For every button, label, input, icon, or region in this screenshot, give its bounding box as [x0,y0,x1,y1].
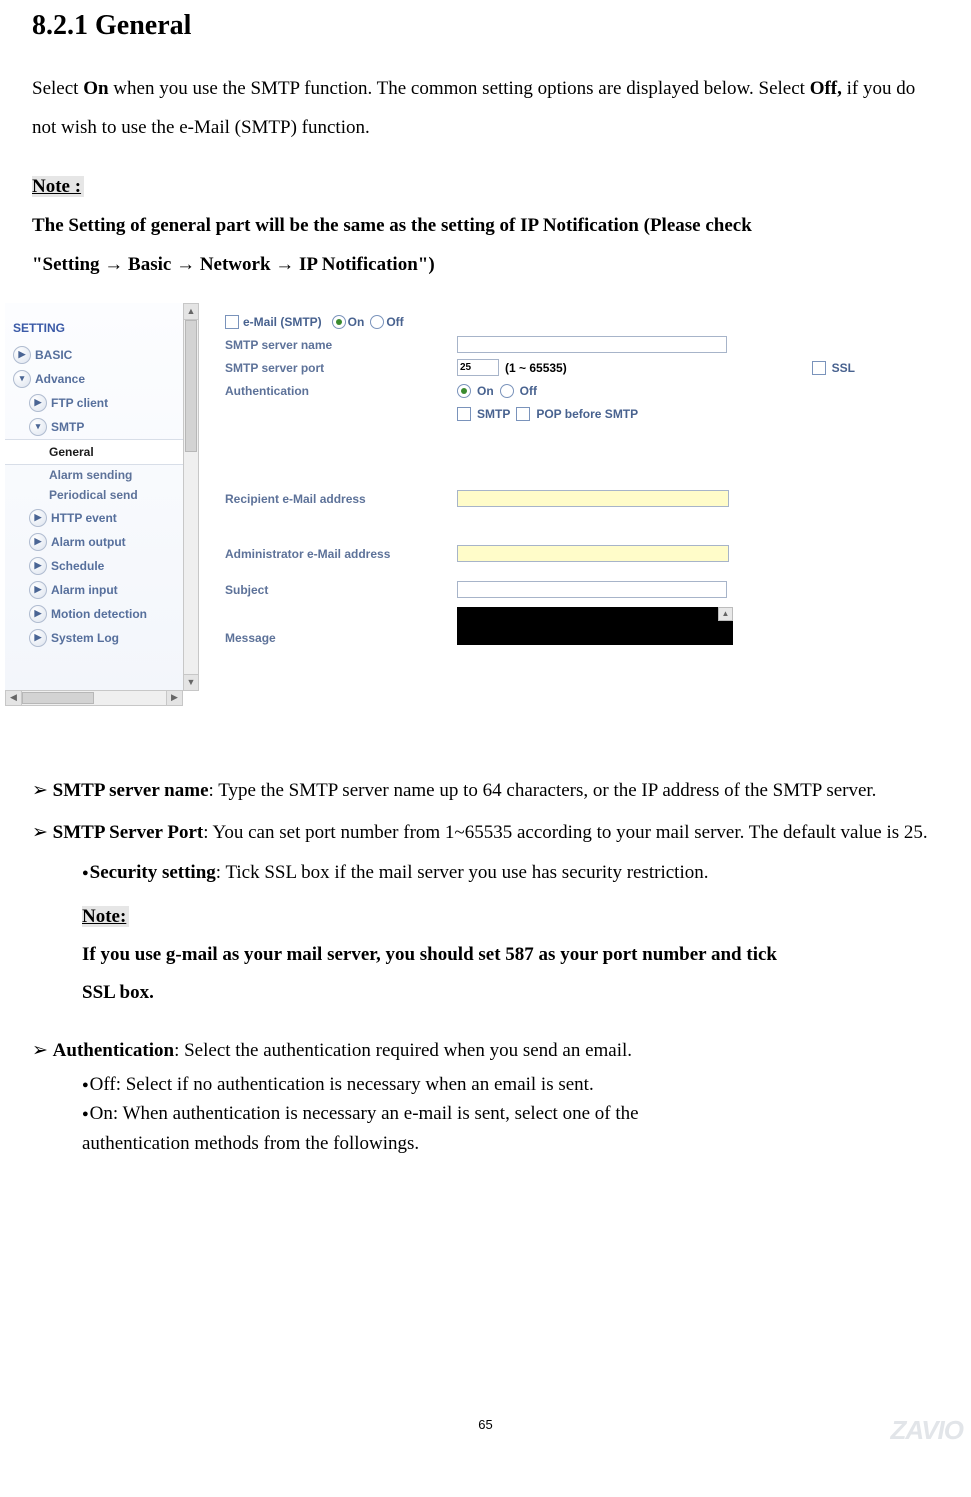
sidebar-advance[interactable]: ▾Advance [5,367,183,391]
sidebar-scrollbar-horizontal[interactable]: ◀ ▶ [5,690,183,706]
scroll-right-icon[interactable]: ▶ [166,691,182,705]
admin-label: Administrator e-Mail address [225,547,457,561]
auth-on-radio[interactable] [457,384,471,398]
smtp-form: e-Mail (SMTP) On Off SMTP server name SM… [199,303,863,706]
sidebar-alarm-input[interactable]: ▶Alarm input [5,578,183,602]
note-gmail: Note: If you use g-mail as your mail ser… [32,898,939,1012]
sidebar-ftp[interactable]: ▶FTP client [5,391,183,415]
chevron-right-icon: ▶ [29,509,47,527]
bullet-auth-on-cont: authentication methods from the followin… [32,1129,939,1158]
email-label: e-Mail (SMTP) [243,315,322,329]
chevron-right-icon: ▶ [13,346,31,364]
chevron-right-icon: ▶ [29,394,47,412]
auth-smtp-label: SMTP [477,407,510,421]
document-page: 8.2.1 General Select On when you use the… [0,0,971,1450]
sidebar-basic[interactable]: ▶BASIC [5,343,183,367]
sidebar-heading: SETTING [5,317,183,343]
recipient-input[interactable] [457,490,729,507]
sidebar-scrollbar-vertical[interactable]: ▲ ▼ [183,303,199,691]
auth-off-label: Off [520,384,537,398]
sidebar-alarm-output[interactable]: ▶Alarm output [5,530,183,554]
bullet-smtp-port: SMTP Server Port: You can set port numbe… [32,814,939,852]
section-heading: 8.2.1 General [32,10,939,42]
chevron-right-icon: ▶ [29,605,47,623]
chevron-down-icon: ▾ [13,370,31,388]
note-paragraph: Note : The Setting of general part will … [32,168,939,285]
off-label: Off [386,315,403,329]
note-label: Note : [32,176,84,197]
message-textarea[interactable]: ▲ [457,607,733,645]
sidebar-container: SETTING ▶BASIC ▾Advance ▶FTP client ▾SMT… [5,303,199,706]
bullet-auth: Authentication: Select the authenticatio… [32,1032,939,1070]
server-port-label: SMTP server port [225,361,457,375]
email-enable-checkbox[interactable] [225,315,239,329]
chevron-right-icon: ▶ [29,533,47,551]
message-label: Message [225,631,457,645]
ssl-label: SSL [832,361,855,375]
on-label: On [348,315,365,329]
email-on-radio[interactable] [332,315,346,329]
sidebar-syslog[interactable]: ▶System Log [5,626,183,650]
sidebar-periodical[interactable]: Periodical send [5,485,183,505]
auth-label: Authentication [225,384,457,398]
auth-on-label: On [477,384,494,398]
admin-input[interactable] [457,545,729,562]
sidebar-schedule[interactable]: ▶Schedule [5,554,183,578]
auth-off-radio[interactable] [500,384,514,398]
bullet-auth-on: On: When authentication is necessary an … [32,1099,939,1128]
intro-paragraph: Select On when you use the SMTP function… [32,70,939,148]
settings-sidebar: SETTING ▶BASIC ▾Advance ▶FTP client ▾SMT… [5,303,183,691]
ssl-checkbox[interactable] [812,361,826,375]
chevron-right-icon: ▶ [29,581,47,599]
sidebar-alarm-sending[interactable]: Alarm sending [5,465,183,485]
sidebar-smtp[interactable]: ▾SMTP [5,415,183,439]
server-name-label: SMTP server name [225,338,457,352]
bullet-smtp-name: SMTP server name: Type the SMTP server n… [32,772,939,810]
scroll-left-icon[interactable]: ◀ [6,691,22,705]
bullet-security: Security setting: Tick SSL box if the ma… [32,854,939,892]
ui-screenshot: SETTING ▶BASIC ▾Advance ▶FTP client ▾SMT… [5,303,863,706]
chevron-down-icon: ▾ [29,418,47,436]
page-number: 65 [0,1417,971,1432]
sidebar-general[interactable]: General [5,439,183,465]
auth-pop-checkbox[interactable] [516,407,530,421]
scroll-up-icon[interactable]: ▲ [184,304,198,320]
server-name-input[interactable] [457,336,727,353]
scroll-up-icon[interactable]: ▲ [718,607,733,621]
description-bullets: SMTP server name: Type the SMTP server n… [32,772,939,1158]
chevron-right-icon: ▶ [29,557,47,575]
sidebar-motion[interactable]: ▶Motion detection [5,602,183,626]
scroll-down-icon[interactable]: ▼ [184,674,198,690]
subject-label: Subject [225,583,457,597]
bullet-auth-off: Off: Select if no authentication is nece… [32,1070,939,1099]
scroll-thumb-h[interactable] [22,692,94,704]
watermark-logo: ZAVIO [890,1415,963,1446]
server-port-input[interactable]: 25 [457,359,499,376]
subject-input[interactable] [457,581,727,598]
auth-pop-label: POP before SMTP [536,407,638,421]
scroll-thumb[interactable] [185,320,197,452]
auth-smtp-checkbox[interactable] [457,407,471,421]
recipient-label: Recipient e-Mail address [225,492,457,506]
email-off-radio[interactable] [370,315,384,329]
port-range-label: (1 ~ 65535) [505,361,567,375]
sidebar-http[interactable]: ▶HTTP event [5,506,183,530]
note2-label: Note: [82,906,129,927]
chevron-right-icon: ▶ [29,629,47,647]
